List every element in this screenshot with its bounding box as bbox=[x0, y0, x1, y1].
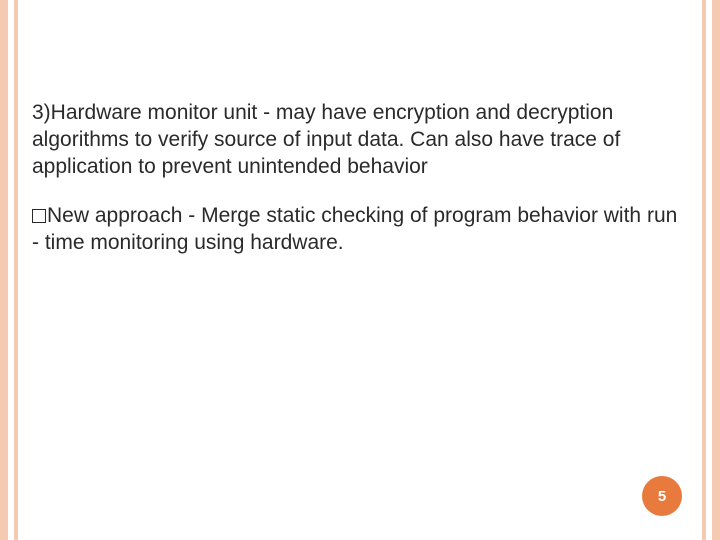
slide-body: 3)Hardware monitor unit - may have encry… bbox=[32, 100, 680, 278]
body-paragraph-2-text: New approach - Merge static checking of … bbox=[32, 204, 677, 254]
body-paragraph-2: New approach - Merge static checking of … bbox=[32, 203, 680, 257]
accent-stripe-right-inner bbox=[702, 0, 706, 540]
page-number-badge: 5 bbox=[642, 476, 682, 516]
body-paragraph-1: 3)Hardware monitor unit - may have encry… bbox=[32, 100, 680, 181]
slide: 3)Hardware monitor unit - may have encry… bbox=[0, 0, 720, 540]
accent-stripe-right-outer bbox=[712, 0, 720, 540]
accent-stripe-left-inner bbox=[14, 0, 18, 540]
placeholder-glyph-icon bbox=[32, 209, 46, 223]
accent-stripe-left-outer bbox=[0, 0, 8, 540]
page-number: 5 bbox=[658, 488, 666, 505]
